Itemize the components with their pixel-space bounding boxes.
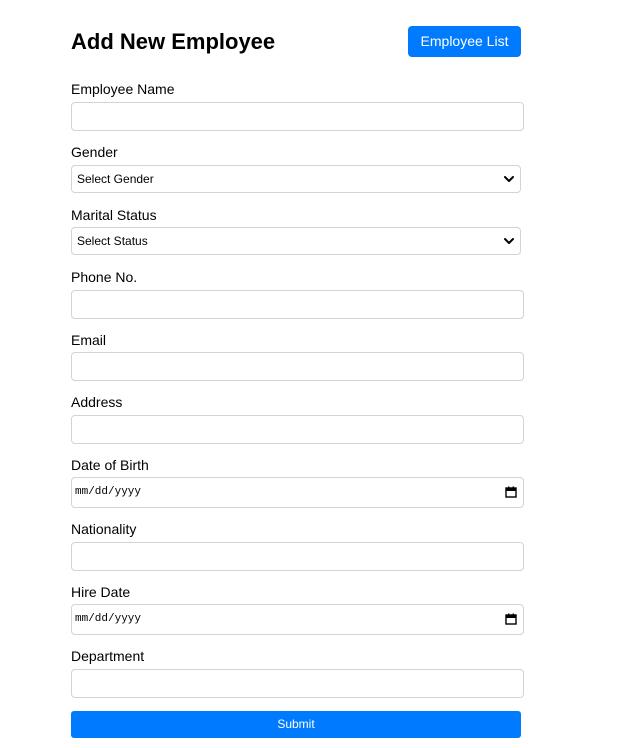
employee-name-input[interactable] [71, 102, 524, 131]
department-input[interactable] [71, 669, 524, 698]
hire-date-placeholder: mm/dd/yyyy [75, 613, 142, 625]
address-label: Address [71, 394, 123, 410]
hire-date-label: Hire Date [71, 584, 131, 600]
hire-date-input[interactable]: mm/dd/yyyy [71, 604, 524, 635]
department-label: Department [71, 648, 145, 664]
gender-label: Gender [71, 144, 118, 160]
phone-label: Phone No. [71, 269, 138, 285]
marital-status-select[interactable]: Select Status [71, 227, 521, 255]
calendar-icon[interactable] [505, 613, 517, 625]
marital-status-label: Marital Status [71, 207, 157, 223]
page-title: Add New Employee [71, 29, 276, 54]
nationality-input[interactable] [71, 542, 524, 571]
nationality-label: Nationality [71, 521, 137, 537]
submit-button[interactable]: Submit [71, 711, 521, 738]
email-input[interactable] [71, 352, 524, 381]
employee-name-label: Employee Name [71, 81, 175, 97]
date-of-birth-label: Date of Birth [71, 457, 149, 473]
gender-select-value: Select Gender [77, 172, 154, 186]
gender-select[interactable]: Select Gender [71, 165, 521, 193]
calendar-icon[interactable] [505, 486, 517, 498]
chevron-down-icon [504, 176, 514, 182]
marital-status-select-value: Select Status [77, 234, 148, 248]
phone-input[interactable] [71, 290, 524, 319]
employee-list-button[interactable]: Employee List [408, 26, 521, 57]
date-of-birth-placeholder: mm/dd/yyyy [75, 486, 142, 498]
chevron-down-icon [504, 238, 514, 244]
date-of-birth-input[interactable]: mm/dd/yyyy [71, 477, 524, 508]
address-input[interactable] [71, 415, 524, 444]
email-label: Email [71, 332, 107, 348]
